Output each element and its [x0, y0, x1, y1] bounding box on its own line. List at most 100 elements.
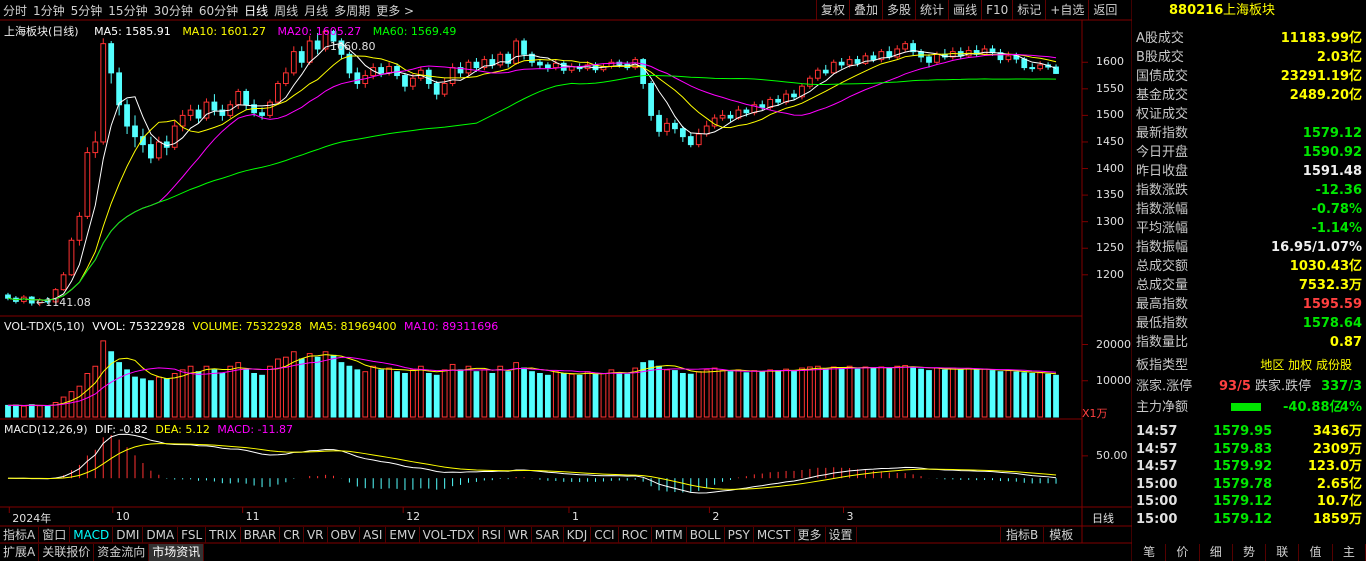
date-axis-label: 11	[245, 510, 260, 523]
candle-body	[354, 72, 361, 85]
candle-body	[672, 122, 678, 130]
candle-body	[449, 67, 456, 85]
side-tab-0[interactable]: 笔	[1133, 544, 1167, 561]
volume-bar	[1013, 371, 1020, 418]
down-count-label: 跌家.跌停	[1255, 379, 1312, 394]
volume-bar	[457, 369, 464, 418]
volume-bar	[132, 376, 138, 418]
volume-bar	[941, 369, 948, 418]
indicator-tab-4[interactable]: DMA	[143, 527, 179, 543]
candle-body	[664, 122, 670, 132]
side-row-13: 总成交量 7532.3万	[1133, 276, 1366, 295]
bottom-tab-2[interactable]: 资金流向	[94, 544, 150, 561]
ma20-legend: MA20: 1605.27	[277, 25, 362, 38]
indicator-tab-22[interactable]: PSY	[725, 527, 754, 543]
tick-volume: 2.65亿	[1316, 476, 1362, 492]
volume-bar	[259, 374, 265, 418]
main-flow-row: 主力净额 -40.88亿 -4%	[1133, 398, 1366, 417]
indicator-tab-24[interactable]: 更多	[795, 527, 826, 543]
volume-bar	[378, 369, 385, 418]
indicator-tab-19[interactable]: ROC	[619, 527, 652, 543]
side-row-11: 指数振幅 16.95/1.07%	[1133, 238, 1366, 257]
volume-bar	[433, 374, 440, 418]
side-tab-2[interactable]: 细	[1200, 544, 1233, 561]
indicator-tab-12[interactable]: EMV	[386, 527, 420, 543]
tick-volume: 123.0万	[1307, 459, 1362, 474]
volume-bar	[394, 371, 400, 418]
volume-bar	[314, 356, 321, 418]
candle-body	[552, 62, 559, 69]
indicator-tab-21[interactable]: BOLL	[687, 527, 725, 543]
ma10-line	[7, 52, 1057, 301]
tick-price: 1579.92	[1213, 459, 1273, 474]
volume-bar	[44, 405, 51, 418]
indicator-tab-13[interactable]: VOL-TDX	[420, 527, 479, 543]
price-axis-label: 1350	[1096, 188, 1124, 202]
side-tab-4[interactable]: 联	[1266, 544, 1300, 561]
volume-bar	[1045, 373, 1051, 418]
indicator-tab-1[interactable]: 窗口	[39, 527, 71, 543]
volume-bar	[934, 367, 940, 418]
tick-volume: 1859万	[1312, 511, 1362, 527]
indicator-tab-3[interactable]: DMI	[113, 527, 144, 543]
volume-bar	[235, 362, 242, 418]
indicator-tab-20[interactable]: MTM	[652, 527, 687, 543]
volume-bar	[624, 373, 631, 418]
indicator-tab-14[interactable]: RSI	[479, 527, 506, 543]
side-row-label: 指数量比	[1136, 335, 1189, 350]
indicator-tab-0[interactable]: 指标A	[0, 527, 40, 543]
ma10-legend: MA10: 1601.27	[182, 25, 267, 38]
indicator-tab-18[interactable]: CCI	[591, 527, 619, 543]
indicator-right-tab-0[interactable]: 指标B	[1000, 527, 1043, 543]
indicator-tab-17[interactable]: KDJ	[564, 527, 592, 543]
indicator-tab-6[interactable]: TRIX	[206, 527, 241, 543]
volume-bar	[465, 365, 472, 418]
indicator-tab-10[interactable]: OBV	[328, 527, 361, 543]
side-row-1: B股成交 2.03亿	[1133, 48, 1366, 67]
kline-chart[interactable]	[0, 0, 1132, 561]
side-tab-6[interactable]: 主	[1333, 544, 1366, 561]
indicator-tab-16[interactable]: SAR	[532, 527, 564, 543]
side-row-value: 23291.19亿	[1280, 69, 1362, 84]
volume-bar	[695, 371, 702, 418]
candle-body	[926, 56, 932, 63]
indicator-tab-25[interactable]: 设置	[826, 527, 857, 543]
indicator-tab-7[interactable]: BRAR	[241, 527, 281, 543]
side-header: 880216 上海板块	[1133, 0, 1366, 22]
indicator-tab-2[interactable]: MACD	[70, 527, 114, 543]
side-tab-1[interactable]: 价	[1166, 544, 1200, 561]
indicator-tab-8[interactable]: CR	[280, 527, 304, 543]
candle-body	[108, 43, 115, 74]
side-row-label: B股成交	[1136, 50, 1184, 65]
candle-body	[656, 114, 662, 132]
candle-body	[290, 51, 297, 74]
indicator-tab-11[interactable]: ASI	[360, 527, 387, 543]
indicator-right-tabs: 指标B 模板	[1000, 527, 1078, 543]
volume-bar	[537, 373, 543, 418]
tick-volume: 10.7亿	[1316, 494, 1362, 509]
indicator-tab-9[interactable]: VR	[304, 527, 328, 543]
candle-body	[830, 61, 837, 74]
volume-bar	[354, 369, 361, 418]
side-row-16: 指数量比 0.87	[1133, 333, 1366, 352]
volume-bar	[108, 351, 115, 418]
side-tab-5[interactable]: 值	[1299, 544, 1333, 561]
volume-bar	[783, 368, 789, 418]
tick-row: 14:57 1579.83 2309万	[1133, 440, 1366, 459]
price-axis-label: 1500	[1096, 108, 1124, 122]
bottom-tab-3[interactable]: 市场资讯	[149, 544, 205, 561]
side-tab-3[interactable]: 势	[1233, 544, 1267, 561]
indicator-tab-15[interactable]: WR	[505, 527, 533, 543]
indicator-tab-23[interactable]: MCST	[754, 527, 795, 543]
volume-bar	[28, 404, 35, 418]
candle-body	[60, 274, 67, 291]
bottom-tab-0[interactable]: 扩展A	[0, 544, 40, 561]
bottom-tab-1[interactable]: 关联报价	[39, 544, 95, 561]
indicator-tab-5[interactable]: FSL	[178, 527, 207, 543]
ma5-legend: MA5: 1585.91	[94, 25, 171, 38]
volume-unit: X1万	[1082, 407, 1108, 420]
volume-bar	[743, 372, 750, 418]
side-row-value: 1579.12	[1302, 126, 1362, 141]
indicator-right-tab-1[interactable]: 模板	[1043, 527, 1078, 543]
volume-bar	[243, 369, 250, 418]
